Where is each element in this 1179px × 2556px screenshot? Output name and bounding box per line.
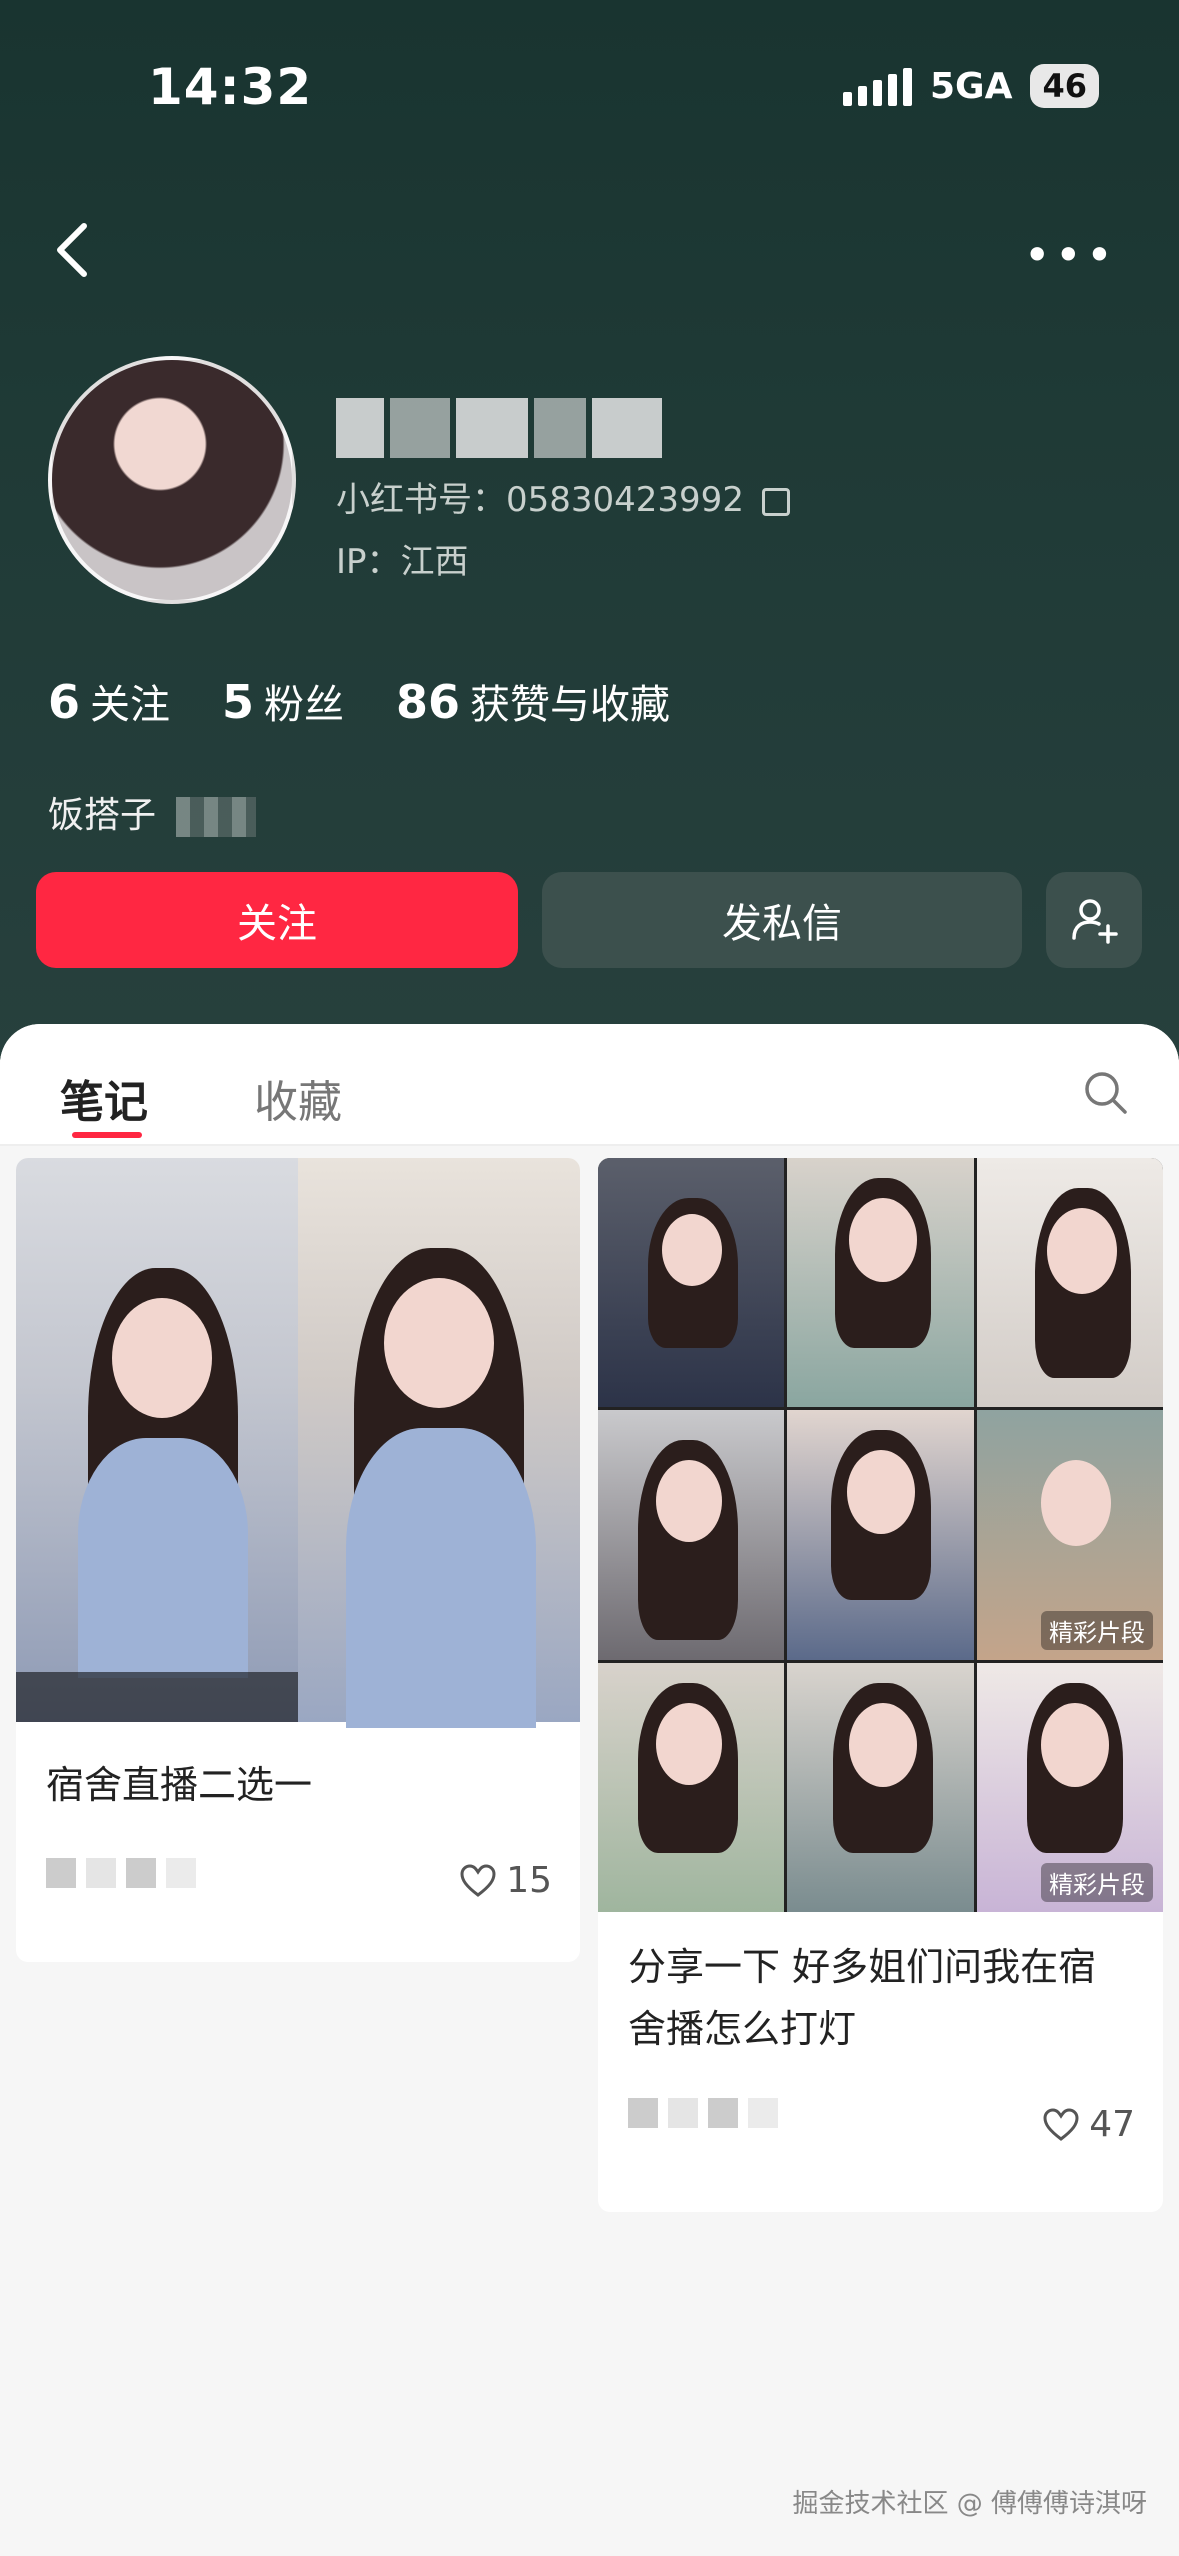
- author-redacted: [628, 2098, 778, 2128]
- nickname-redacted: [336, 398, 662, 458]
- note-cover: 精彩片段 精彩片段: [598, 1158, 1163, 1912]
- like-count[interactable]: 15: [458, 1860, 552, 1901]
- bio-redacted: [176, 797, 257, 837]
- active-tab-indicator: [72, 1132, 142, 1138]
- signal-icon: [843, 66, 912, 106]
- add-friend-button[interactable]: [1046, 872, 1142, 968]
- like-count[interactable]: 47: [1041, 2104, 1135, 2145]
- stat-following[interactable]: 6 关注: [48, 672, 170, 730]
- message-button[interactable]: 发私信: [542, 872, 1022, 968]
- note-card[interactable]: 宿舍直播二选一 15: [16, 1158, 580, 1962]
- redbook-id: 小红书号：05830423992: [336, 472, 790, 521]
- bio: 饭搭子: [48, 786, 257, 838]
- follow-button[interactable]: 关注: [36, 872, 518, 968]
- avatar[interactable]: [48, 356, 296, 604]
- battery-icon: 46: [1030, 64, 1099, 108]
- back-icon[interactable]: [52, 220, 92, 280]
- tab-notes[interactable]: 笔记: [60, 1066, 148, 1130]
- tab-bar: 笔记 收藏: [0, 1024, 1179, 1146]
- highlight-tag: 精彩片段: [1040, 1610, 1153, 1650]
- search-icon[interactable]: [1081, 1068, 1129, 1116]
- stat-followers[interactable]: 5 粉丝: [222, 672, 344, 730]
- add-user-icon: [1072, 899, 1118, 944]
- more-icon[interactable]: •••: [1024, 228, 1117, 282]
- watermark: 掘金技术社区 @ 傅傅傅诗淇呀: [792, 2489, 1147, 2519]
- profile-stats: 6 关注 5 粉丝 86 获赞与收藏: [48, 672, 670, 730]
- status-indicators: 5GA 46: [843, 64, 1099, 108]
- author-redacted: [46, 1858, 196, 1888]
- network-type: 5GA: [930, 65, 1013, 107]
- live-overlay: [16, 1672, 298, 1722]
- note-cover: [16, 1158, 580, 1728]
- highlight-tag: 精彩片段: [1040, 1862, 1153, 1902]
- ip-location: IP：江西: [336, 542, 469, 582]
- status-time: 14:32: [148, 58, 313, 116]
- note-title: 宿舍直播二选一: [46, 1763, 313, 1807]
- copy-icon[interactable]: [761, 487, 790, 516]
- tab-saved[interactable]: 收藏: [254, 1066, 342, 1130]
- heart-icon: [1043, 2107, 1079, 2141]
- heart-icon: [460, 1863, 496, 1897]
- note-title: 分享一下 好多姐们问我在宿舍播怎么打灯: [628, 1945, 1097, 2051]
- note-card[interactable]: 精彩片段 精彩片段 分享一下 好多姐们问我在宿舍播怎么打灯 47: [598, 1158, 1163, 2212]
- profile-header: 14:32 5GA 46 ••• 小红书号：05830423992 IP：江西 …: [0, 0, 1179, 1060]
- stat-likes-saves[interactable]: 86 获赞与收藏: [396, 672, 670, 730]
